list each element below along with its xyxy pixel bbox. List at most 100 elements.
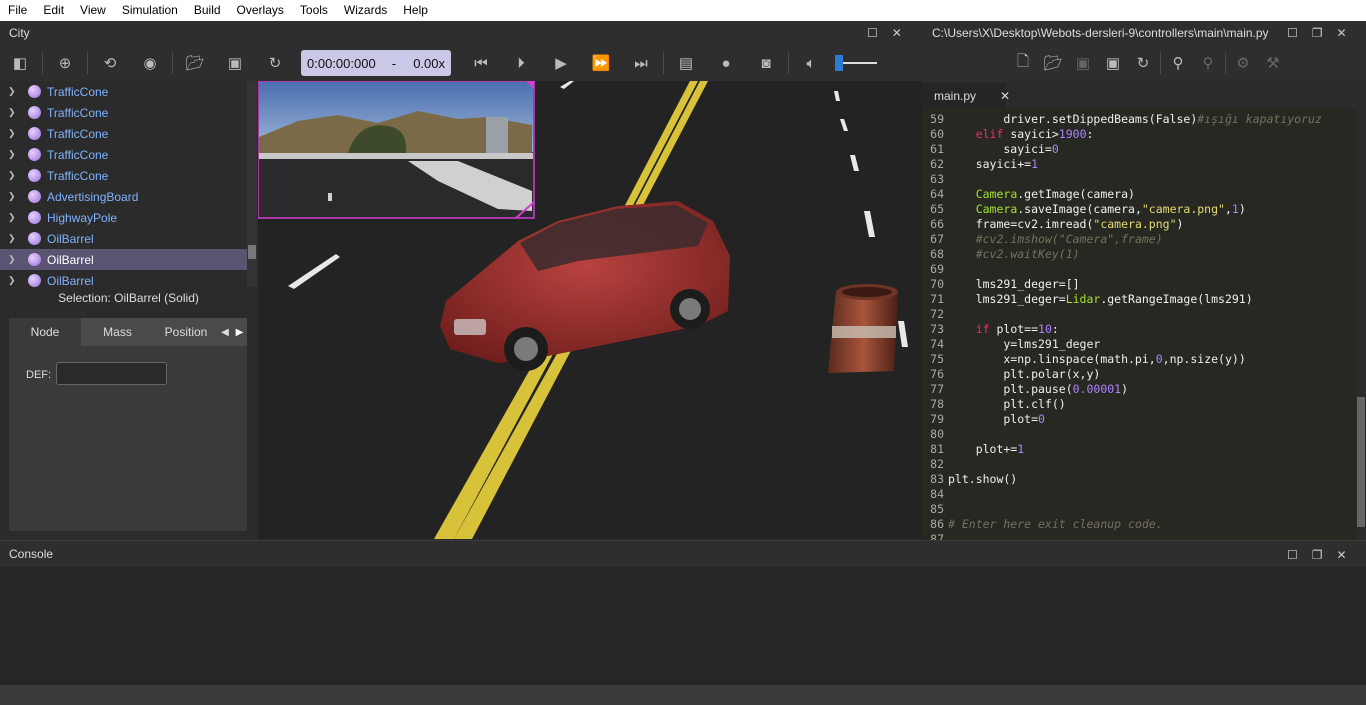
code-line[interactable]: plot+=1 bbox=[948, 442, 1025, 456]
replace-icon[interactable]: ⚲ bbox=[1198, 53, 1218, 73]
build-gear-icon[interactable]: ⚙ bbox=[1233, 53, 1253, 73]
tree-node[interactable]: ❯ HighwayPole bbox=[0, 207, 257, 228]
sound-icon[interactable]: 🔈︎ bbox=[801, 53, 821, 73]
fast-icon[interactable]: ⏩ bbox=[591, 53, 611, 73]
tree-node[interactable]: ❯ TrafficCone bbox=[0, 102, 257, 123]
code-line[interactable]: lms291_deger=[] bbox=[948, 277, 1080, 291]
tab-mass[interactable]: Mass bbox=[81, 318, 154, 346]
oil-barrel[interactable] bbox=[828, 284, 898, 373]
code-line[interactable]: Camera.getImage(camera) bbox=[948, 187, 1135, 201]
code-line[interactable]: x=np.linspace(math.pi,0,np.size(y)) bbox=[948, 352, 1245, 366]
code-line[interactable]: sayici+=1 bbox=[948, 157, 1038, 171]
find-icon[interactable]: ⚲ bbox=[1168, 53, 1188, 73]
play-icon[interactable]: ▶ bbox=[551, 53, 571, 73]
reset-view-icon[interactable]: ⟲ bbox=[100, 53, 120, 73]
maximize-icon[interactable]: ❐ bbox=[1312, 26, 1323, 40]
float-icon[interactable]: ☐ bbox=[1287, 26, 1298, 40]
screenshot-icon[interactable]: ◙ bbox=[756, 53, 776, 73]
float-icon[interactable]: ☐ bbox=[1287, 548, 1298, 562]
close-icon[interactable]: ✕ bbox=[1337, 26, 1347, 40]
menu-build[interactable]: Build bbox=[186, 0, 229, 21]
save-world-icon[interactable]: ▣ bbox=[225, 53, 245, 73]
close-tab-icon[interactable]: ✕ bbox=[1000, 89, 1010, 103]
expand-arrow-icon[interactable]: ❯ bbox=[8, 254, 20, 265]
expand-arrow-icon[interactable]: ❯ bbox=[8, 149, 20, 160]
tree-node[interactable]: ❯ TrafficCone bbox=[0, 144, 257, 165]
tree-node[interactable]: ❯ OilBarrel bbox=[0, 270, 257, 287]
close-icon[interactable]: ✕ bbox=[892, 26, 902, 40]
add-node-icon[interactable]: ⊕ bbox=[55, 53, 75, 73]
expand-arrow-icon[interactable]: ❯ bbox=[8, 86, 20, 97]
expand-arrow-icon[interactable]: ❯ bbox=[8, 128, 20, 139]
code-line[interactable]: plt.pause(0.00001) bbox=[948, 382, 1128, 396]
def-input[interactable] bbox=[56, 362, 167, 385]
tree-node[interactable]: ❯ AdvertisingBoard bbox=[0, 186, 257, 207]
code-line[interactable]: driver.setDippedBeams(False)#ışığı kapat… bbox=[948, 112, 1322, 126]
movie-icon[interactable]: ▤ bbox=[676, 53, 696, 73]
expand-arrow-icon[interactable]: ❯ bbox=[8, 107, 20, 118]
code-line[interactable]: # Enter here exit cleanup code. bbox=[948, 517, 1163, 531]
code-line[interactable]: elif sayici>1900: bbox=[948, 127, 1094, 141]
code-line[interactable]: plt.show() bbox=[948, 472, 1017, 486]
tab-scroll-left-icon[interactable]: ◀ bbox=[218, 327, 232, 338]
new-file-icon[interactable]: 🗋︎ bbox=[1013, 53, 1033, 73]
open-world-icon[interactable]: 📂︎ bbox=[185, 53, 205, 73]
save-file-icon[interactable]: ▣ bbox=[1073, 53, 1093, 73]
3d-viewport[interactable] bbox=[258, 81, 922, 539]
code-line[interactable]: frame=cv2.imread("camera.png") bbox=[948, 217, 1184, 231]
volume-slider[interactable] bbox=[835, 53, 877, 73]
maximize-icon[interactable]: ❐ bbox=[1312, 548, 1323, 562]
expand-arrow-icon[interactable]: ❯ bbox=[8, 191, 20, 202]
code-editor[interactable]: 59 driver.setDippedBeams(False)#ışığı ka… bbox=[922, 109, 1366, 540]
camera-overlay[interactable] bbox=[258, 81, 535, 219]
menu-view[interactable]: View bbox=[72, 0, 114, 21]
tree-scrollbar-thumb[interactable] bbox=[248, 245, 256, 259]
volume-handle[interactable] bbox=[835, 55, 843, 71]
menu-help[interactable]: Help bbox=[395, 0, 436, 21]
menu-overlays[interactable]: Overlays bbox=[229, 0, 292, 21]
menu-file[interactable]: File bbox=[0, 0, 35, 21]
menu-tools[interactable]: Tools bbox=[292, 0, 336, 21]
reload-world-icon[interactable]: ↻ bbox=[265, 53, 285, 73]
menu-edit[interactable]: Edit bbox=[35, 0, 72, 21]
editor-scrollbar-thumb[interactable] bbox=[1357, 397, 1365, 527]
eye-icon[interactable]: ◉ bbox=[140, 53, 160, 73]
hide-tree-icon[interactable]: ◧ bbox=[10, 53, 30, 73]
code-line[interactable]: y=lms291_deger bbox=[948, 337, 1100, 351]
tree-node[interactable]: ❯ TrafficCone bbox=[0, 81, 257, 102]
clean-icon[interactable]: ⚒ bbox=[1263, 53, 1283, 73]
menu-wizards[interactable]: Wizards bbox=[336, 0, 395, 21]
fastest-icon[interactable]: ⏭ bbox=[631, 53, 651, 73]
float-icon[interactable]: ☐ bbox=[867, 26, 878, 40]
menu-simulation[interactable]: Simulation bbox=[114, 0, 186, 21]
record-icon[interactable]: ● bbox=[716, 53, 736, 73]
tree-node[interactable]: ❯ OilBarrel bbox=[0, 228, 257, 249]
code-line[interactable]: plt.clf() bbox=[948, 397, 1065, 411]
code-line[interactable]: #cv2.waitKey(1) bbox=[948, 247, 1080, 261]
code-line[interactable]: Camera.saveImage(camera,"camera.png",1) bbox=[948, 202, 1246, 216]
editor-tab-main[interactable]: main.py ✕ bbox=[922, 83, 1010, 109]
expand-arrow-icon[interactable]: ❯ bbox=[8, 170, 20, 181]
step-icon[interactable]: ⏵︎ bbox=[511, 53, 531, 73]
tree-node-selected[interactable]: ❯ OilBarrel bbox=[0, 249, 257, 270]
tab-node[interactable]: Node bbox=[9, 318, 81, 346]
code-line[interactable]: #cv2.imshow("Camera",frame) bbox=[948, 232, 1163, 246]
code-line[interactable]: lms291_deger=Lidar.getRangeImage(lms291) bbox=[948, 292, 1253, 306]
expand-arrow-icon[interactable]: ❯ bbox=[8, 233, 20, 244]
tab-position[interactable]: Position bbox=[154, 318, 218, 346]
close-icon[interactable]: ✕ bbox=[1337, 548, 1347, 562]
code-line[interactable]: plot=0 bbox=[948, 412, 1045, 426]
reset-simulation-icon[interactable]: ⏮ bbox=[471, 53, 491, 73]
expand-arrow-icon[interactable]: ❯ bbox=[8, 275, 20, 286]
scene-render[interactable] bbox=[258, 81, 922, 539]
tab-scroll-right-icon[interactable]: ▶ bbox=[232, 327, 247, 338]
code-line[interactable]: sayici=0 bbox=[948, 142, 1058, 156]
code-line[interactable]: plt.polar(x,y) bbox=[948, 367, 1100, 381]
console-output[interactable] bbox=[0, 567, 1366, 685]
save-as-icon[interactable]: ▣ bbox=[1103, 53, 1123, 73]
expand-arrow-icon[interactable]: ❯ bbox=[8, 212, 20, 223]
tree-node[interactable]: ❯ TrafficCone bbox=[0, 165, 257, 186]
revert-icon[interactable]: ↻ bbox=[1133, 53, 1153, 73]
code-line[interactable]: if plot==10: bbox=[948, 322, 1059, 336]
tree-node[interactable]: ❯ TrafficCone bbox=[0, 123, 257, 144]
